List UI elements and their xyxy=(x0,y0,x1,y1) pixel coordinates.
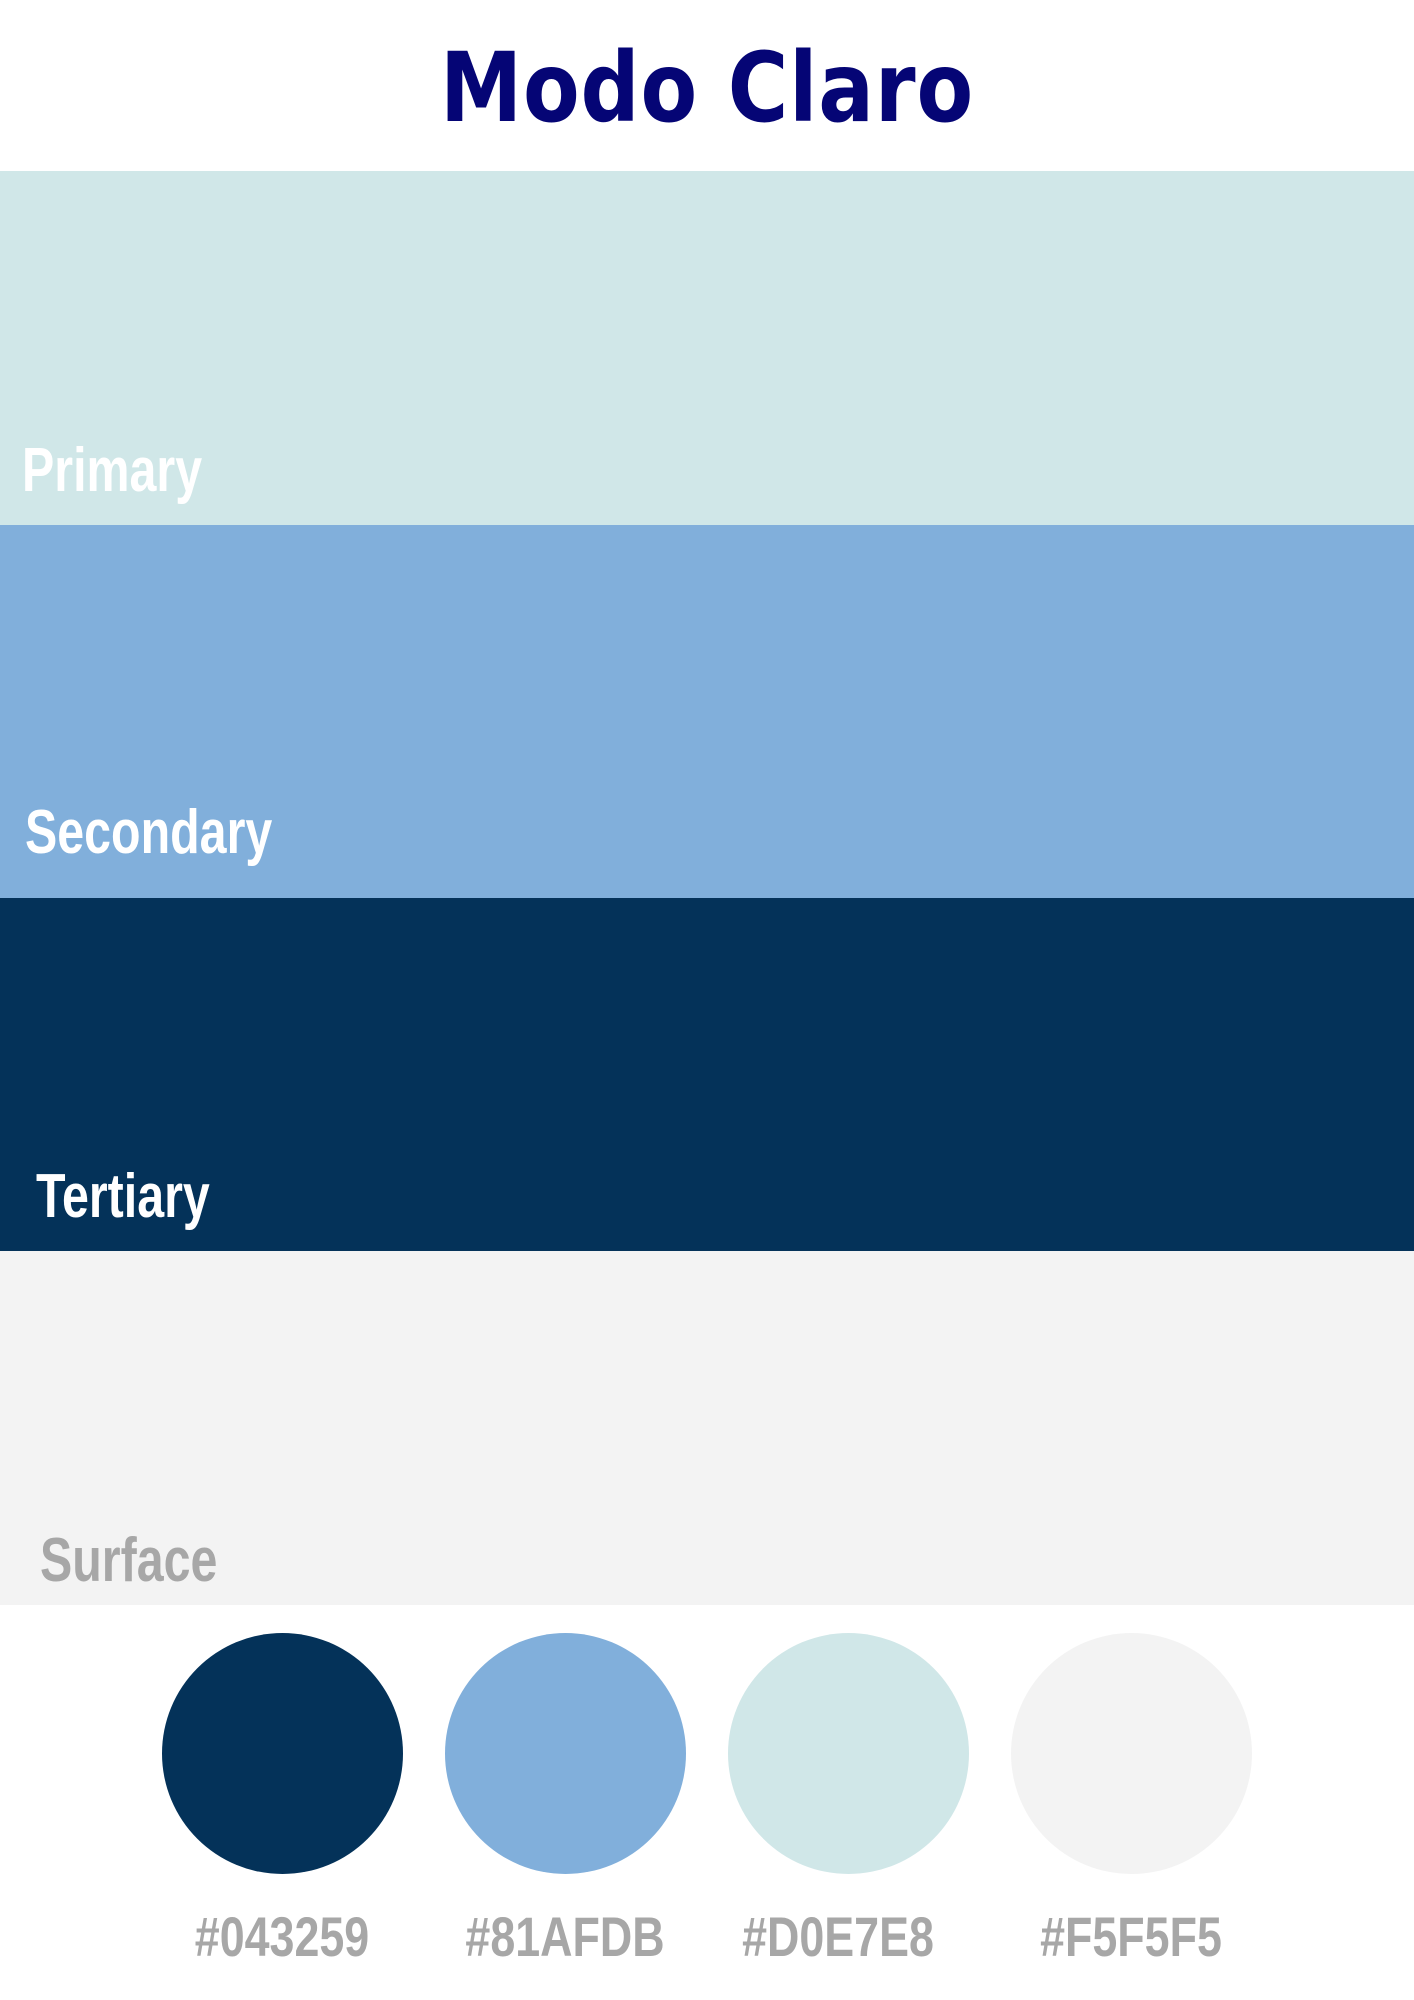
swatch-secondary xyxy=(445,1633,686,1874)
swatch-tertiary xyxy=(162,1633,403,1874)
swatch-tertiary-hex: #043259 xyxy=(194,1905,370,1968)
palette-page: Modo Claro Primary Secondary Tertiary Su… xyxy=(0,0,1414,2000)
page-title: Modo Claro xyxy=(439,32,975,144)
band-tertiary-label: Tertiary xyxy=(36,1162,210,1231)
swatch-primary-hex: #D0E7E8 xyxy=(742,1905,934,1968)
band-surface-label: Surface xyxy=(40,1526,218,1595)
band-primary xyxy=(0,171,1414,525)
swatch-surface-hex: #F5F5F5 xyxy=(1040,1905,1222,1968)
swatch-secondary-hex: #81AFDB xyxy=(465,1905,665,1968)
band-tertiary xyxy=(0,898,1414,1251)
band-primary-label: Primary xyxy=(22,436,203,505)
band-secondary-label: Secondary xyxy=(25,798,273,867)
swatch-primary xyxy=(728,1633,969,1874)
swatch-surface xyxy=(1011,1633,1252,1874)
